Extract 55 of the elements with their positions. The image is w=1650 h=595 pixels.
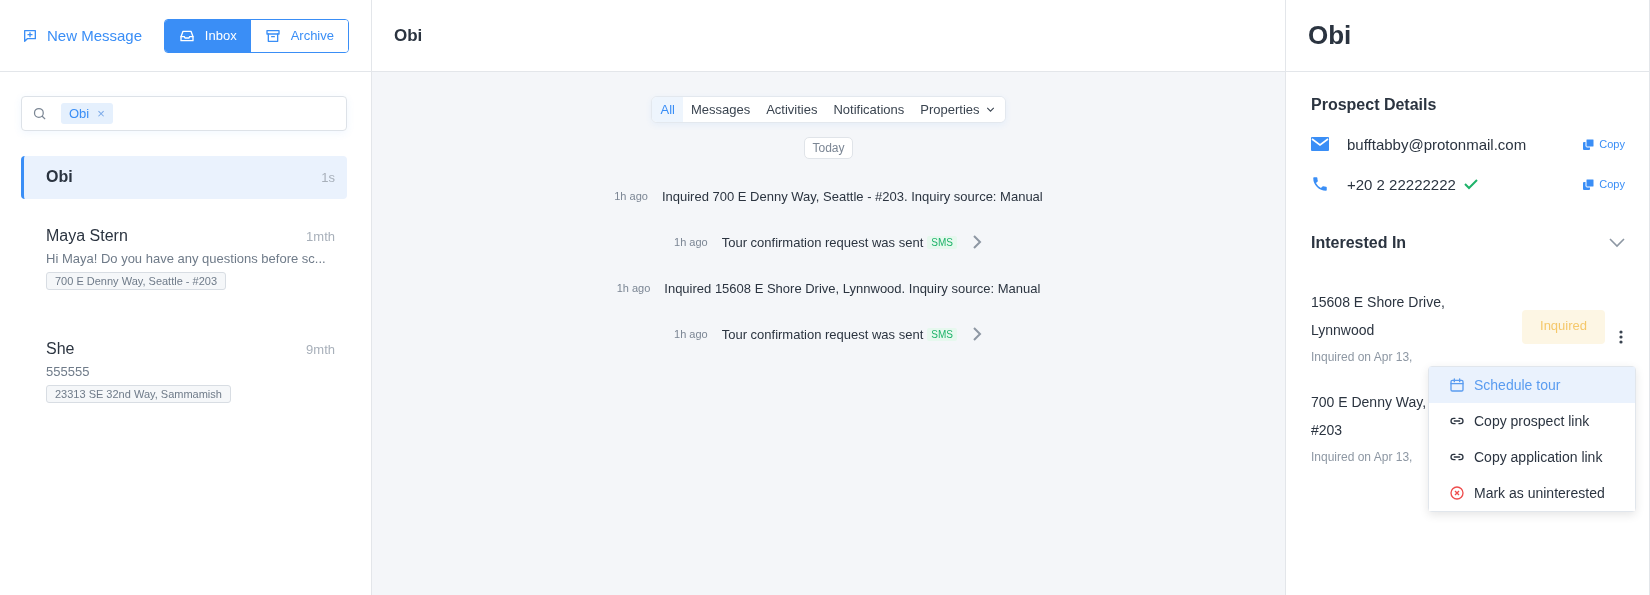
copy-icon	[1583, 178, 1595, 190]
property-tag: 23313 SE 32nd Way, Sammamish	[46, 385, 231, 403]
calendar-icon	[1449, 377, 1465, 393]
event-time: 1h ago	[616, 282, 651, 294]
prospect-name: Obi	[1308, 20, 1352, 51]
event-text: Inquired 15608 E Shore Drive, Lynnwood. Inquiry source: Manual	[664, 280, 1041, 296]
filter-tab[interactable]: Messages	[682, 97, 759, 122]
conversation-item[interactable]: She 9mth 555555 23313 SE 32nd Way, Sammamish	[21, 328, 347, 413]
contact-name: Obi	[46, 168, 73, 186]
more-options-icon[interactable]	[1617, 330, 1625, 344]
close-circle-icon	[1449, 485, 1465, 501]
conversation-item[interactable]: Obi 1s	[21, 156, 347, 199]
conversation-time: 9mth	[306, 341, 335, 357]
event-time: 1h ago	[674, 236, 708, 248]
message-plus-icon	[22, 27, 38, 44]
contact-value: +20 2 22222222	[1347, 175, 1456, 193]
inquiry-date: Inquired on Apr 13,	[1311, 450, 1413, 464]
section-title: Interested In	[1311, 234, 1407, 252]
event-time: 1h ago	[614, 190, 648, 202]
conversation-item[interactable]: Maya Stern 1mth Hi Maya! Do you have any questions before sc... 700 E Denny Way, Seattle - #203	[21, 215, 347, 300]
phone-icon	[1311, 175, 1329, 193]
search-icon	[32, 106, 47, 121]
status-badge: Inquired	[1522, 310, 1605, 344]
event-text: Tour confirmation request was sent	[721, 234, 924, 250]
inquiry-date: Inquired on Apr 13,	[1311, 350, 1413, 364]
property-tag: 700 E Denny Way, Seattle - #203	[46, 272, 227, 290]
chevron-right-icon[interactable]	[970, 234, 983, 250]
section-title: Prospect Details	[1311, 96, 1438, 114]
chevron-down-icon[interactable]	[1609, 238, 1625, 248]
filter-tab[interactable]: Notifications	[825, 97, 913, 122]
conversation-time: 1s	[321, 169, 335, 185]
channel-badge: SMS	[927, 327, 957, 341]
contact-name: She	[46, 340, 75, 358]
contact-value: bufftabby@protonmail.com	[1347, 135, 1527, 153]
conversation-time: 1mth	[306, 228, 335, 244]
menu-item[interactable]: Copy application link	[1429, 439, 1635, 475]
conversation-title: Obi	[394, 25, 423, 46]
filter-tab[interactable]: Activities	[758, 97, 826, 122]
envelope-icon	[1311, 137, 1329, 151]
menu-item[interactable]: Copy prospect link	[1429, 403, 1635, 439]
event-text: Tour confirmation request was sent	[721, 326, 924, 342]
event-text: Inquired 700 E Denny Way, Seattle - #203. Inquiry source: Manual	[661, 188, 1043, 204]
property-address: 700 E Denny Way, #203	[1311, 393, 1427, 440]
message-preview: 555555	[46, 364, 90, 379]
filter-tab[interactable]: Properties	[912, 97, 1005, 122]
property-address: 15608 E Shore Drive, Lynnwood	[1311, 293, 1445, 340]
menu-item[interactable]: Mark as uninterested	[1429, 475, 1635, 511]
contact-name: Maya Stern	[46, 227, 128, 245]
copy-icon	[1583, 138, 1595, 150]
chip-label: Obi	[69, 106, 90, 121]
message-preview: Hi Maya! Do you have any questions before sc...	[46, 251, 326, 266]
event-time: 1h ago	[674, 328, 708, 340]
channel-badge: SMS	[927, 235, 957, 249]
chevron-right-icon[interactable]	[970, 326, 983, 342]
archive-box-icon	[264, 27, 281, 44]
